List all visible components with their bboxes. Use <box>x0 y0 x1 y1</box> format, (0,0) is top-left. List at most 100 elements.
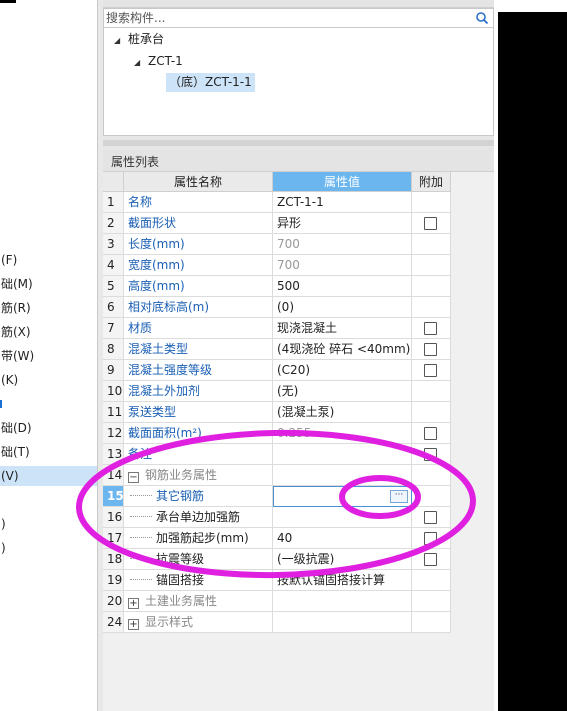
extra-cell <box>412 234 451 255</box>
property-name: 宽度(mm) <box>124 255 273 276</box>
left-nav-item[interactable]: 筋(X) <box>0 322 31 342</box>
property-value[interactable]: 40 <box>273 528 412 549</box>
expand-icon[interactable]: + <box>128 598 139 609</box>
search-input[interactable] <box>106 10 466 26</box>
property-value[interactable]: 0.255 <box>273 423 412 444</box>
property-value[interactable] <box>273 507 412 528</box>
table-row[interactable]: 11 泵送类型 (混凝土泵) <box>103 402 451 423</box>
property-name: 长度(mm) <box>124 234 273 255</box>
property-value[interactable]: 500 <box>273 276 412 297</box>
property-value[interactable]: 异形 <box>273 213 412 234</box>
extra-checkbox[interactable] <box>424 553 437 566</box>
table-row-group[interactable]: 24 + 显示样式 <box>103 612 451 633</box>
table-row[interactable]: 3 长度(mm) 700 <box>103 234 451 255</box>
left-nav-item[interactable]: 础(T) <box>0 442 30 462</box>
property-name: 混凝土类型 <box>124 339 273 360</box>
table-row[interactable]: 16 承台单边加强筋 <box>103 507 451 528</box>
extra-checkbox[interactable] <box>424 322 437 335</box>
property-value-editor[interactable]: ··· <box>273 486 412 507</box>
row-number: 3 <box>103 234 124 255</box>
tree-node-child[interactable]: ◢ ZCT-1 <box>134 52 183 70</box>
property-value[interactable]: (混凝土泵) <box>273 402 412 423</box>
extra-checkbox[interactable] <box>424 217 437 230</box>
column-header-name[interactable]: 属性名称 <box>124 172 273 192</box>
table-row[interactable]: 6 相对底标高(m) (0) <box>103 297 451 318</box>
tree-collapse-icon[interactable]: ◢ <box>114 32 124 50</box>
property-value[interactable]: (无) <box>273 381 412 402</box>
left-nav-item-selected[interactable]: (V) <box>0 466 97 486</box>
property-name: 混凝土强度等级 <box>124 360 273 381</box>
left-nav-item[interactable]: 础(M) <box>0 274 33 294</box>
left-nav-item[interactable]: 带(W) <box>0 346 34 366</box>
tree-node-label: （底）ZCT-1-1 <box>169 75 252 89</box>
table-row[interactable]: 17 加强筋起步(mm) 40 <box>103 528 451 549</box>
extra-checkbox[interactable] <box>424 511 437 524</box>
component-panel: ◢桩承台 ◢ZCT-1 （底）ZCT-1-1 属性列表 属性名称 属性值 附加 … <box>103 0 494 711</box>
property-value[interactable]: (C20) <box>273 360 412 381</box>
row-number: 7 <box>103 318 124 339</box>
tree-node-root[interactable]: ◢ 桩承台 <box>114 30 164 48</box>
search-icon[interactable] <box>475 11 489 25</box>
property-value[interactable]: (一级抗震) <box>273 549 412 570</box>
search-box[interactable] <box>103 8 494 28</box>
table-row-group[interactable]: 20 + 土建业务属性 <box>103 591 451 612</box>
column-header-extra[interactable]: 附加 <box>412 172 451 192</box>
property-value[interactable] <box>273 444 412 465</box>
extra-cell <box>412 486 451 507</box>
left-nav-item[interactable]: (F) <box>0 250 17 270</box>
extra-checkbox[interactable] <box>424 532 437 545</box>
collapse-icon[interactable]: − <box>128 472 139 483</box>
table-row[interactable]: 18 抗震等级 (一级抗震) <box>103 549 451 570</box>
splitter-bar[interactable] <box>103 136 494 150</box>
table-row[interactable]: 19 锚固搭接 按默认锚固搭接计算 <box>103 570 451 591</box>
row-number: 19 <box>103 570 124 591</box>
extra-checkbox[interactable] <box>424 343 437 356</box>
property-name: 加强筋起步(mm) <box>124 528 273 549</box>
table-row[interactable]: 13 备注 <box>103 444 451 465</box>
table-row[interactable]: 7 材质 现浇混凝土 <box>103 318 451 339</box>
left-nav-item[interactable]: 础(D) <box>0 418 32 438</box>
extra-cell <box>412 549 451 570</box>
table-row[interactable]: 10 混凝土外加剂 (无) <box>103 381 451 402</box>
left-nav-item[interactable]: 筋(R) <box>0 298 31 318</box>
left-nav-item[interactable]: (K) <box>0 370 18 390</box>
column-header-value[interactable]: 属性值 <box>273 172 412 192</box>
table-row[interactable]: 8 混凝土类型 (4现浇砼 碎石 <40mm) <box>103 339 451 360</box>
row-number: 17 <box>103 528 124 549</box>
table-row[interactable]: 4 宽度(mm) 700 <box>103 255 451 276</box>
row-number: 12 <box>103 423 124 444</box>
property-name: 名称 <box>124 192 273 213</box>
table-row-group[interactable]: 14 − 钢筋业务属性 <box>103 465 451 486</box>
table-row[interactable]: 5 高度(mm) 500 <box>103 276 451 297</box>
tree-node-leaf-selected[interactable]: （底）ZCT-1-1 <box>166 73 255 92</box>
property-value[interactable]: (0) <box>273 297 412 318</box>
property-value[interactable]: 700 <box>273 255 412 276</box>
property-value[interactable]: ZCT-1-1 <box>273 192 412 213</box>
extra-cell <box>412 255 451 276</box>
property-value[interactable]: 按默认锚固搭接计算 <box>273 570 412 591</box>
extra-checkbox[interactable] <box>424 448 437 461</box>
property-value[interactable]: (4现浇砼 碎石 <40mm) <box>273 339 412 360</box>
ellipsis-button[interactable]: ··· <box>390 490 408 503</box>
extra-checkbox[interactable] <box>424 364 437 377</box>
extra-checkbox[interactable] <box>424 427 437 440</box>
table-row-active[interactable]: 15 其它钢筋 ··· <box>103 486 451 507</box>
table-row[interactable]: 12 截面面积(m²) 0.255 <box>103 423 451 444</box>
property-name: 相对底标高(m) <box>124 297 273 318</box>
row-number: 11 <box>103 402 124 423</box>
extra-cell <box>412 213 451 234</box>
left-nav-item[interactable]: ) <box>0 538 6 558</box>
group-label: 土建业务属性 <box>145 594 218 608</box>
property-value[interactable]: 现浇混凝土 <box>273 318 412 339</box>
table-row[interactable]: 2 截面形状 异形 <box>103 213 451 234</box>
property-value[interactable]: 700 <box>273 234 412 255</box>
extra-cell <box>412 318 451 339</box>
property-name: 混凝土外加剂 <box>124 381 273 402</box>
row-number: 9 <box>103 360 124 381</box>
table-row[interactable]: 1 名称 ZCT-1-1 <box>103 192 451 213</box>
extra-cell <box>412 297 451 318</box>
table-row[interactable]: 9 混凝土强度等级 (C20) <box>103 360 451 381</box>
expand-icon[interactable]: + <box>128 619 139 630</box>
left-nav-item[interactable]: ) <box>0 514 6 534</box>
tree-collapse-icon[interactable]: ◢ <box>134 54 144 72</box>
